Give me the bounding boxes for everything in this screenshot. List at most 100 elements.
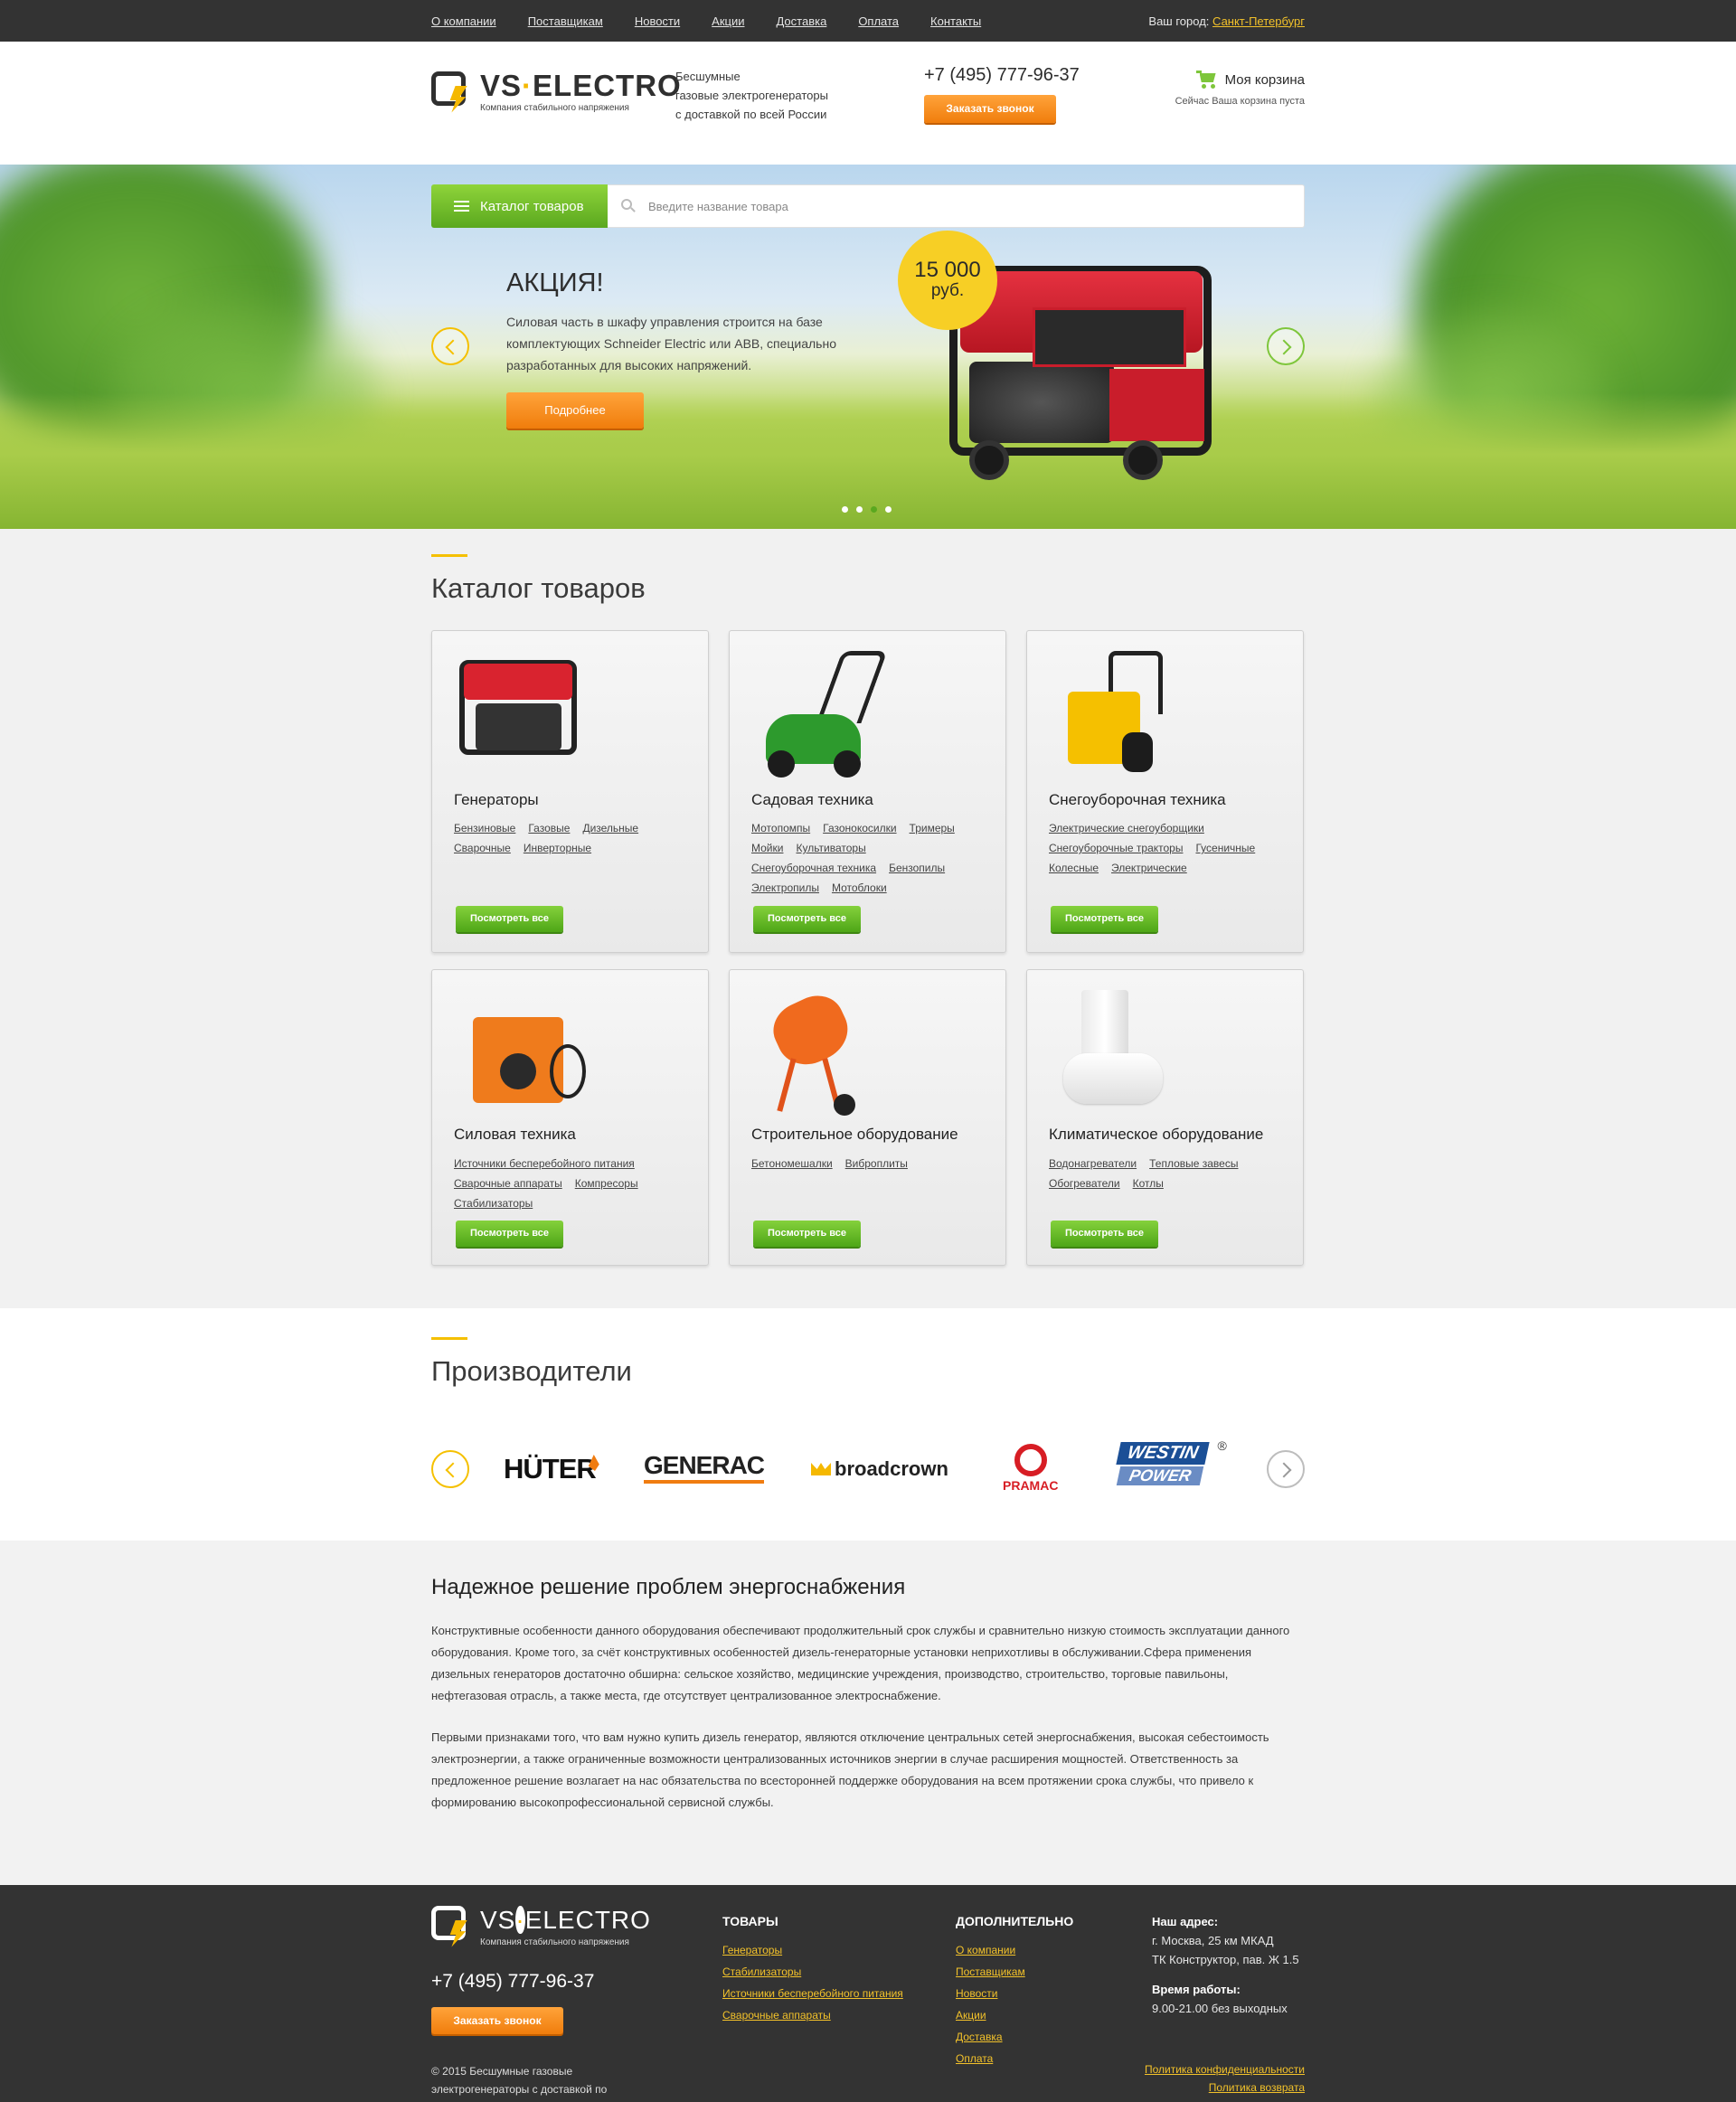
footer-callback-button[interactable]: Заказать звонок <box>431 2007 563 2034</box>
top-nav-news[interactable]: Новости <box>635 14 680 28</box>
view-all-button[interactable]: Посмотреть все <box>456 906 563 932</box>
footer-extra-link[interactable]: Оплата <box>956 2048 1073 2069</box>
view-all-button[interactable]: Посмотреть все <box>1051 1221 1158 1247</box>
brand-westin-logo[interactable]: WESTIN POWER ® <box>1116 1438 1227 1496</box>
logo-icon <box>431 71 475 113</box>
city-link[interactable]: Санкт-Петербург <box>1212 14 1305 28</box>
snow-blower-icon <box>1045 651 1181 778</box>
category-link[interactable]: Мотопомпы <box>751 822 810 834</box>
category-link[interactable]: Инверторные <box>524 842 591 854</box>
promo-more-button[interactable]: Подробнее <box>506 392 644 429</box>
footer-goods-link[interactable]: Сварочные аппараты <box>722 2004 903 2026</box>
brand-pramac-logo[interactable]: PRAMAC <box>1003 1444 1058 1496</box>
search-input[interactable] <box>648 199 1191 213</box>
brands-next-arrow[interactable] <box>1267 1450 1305 1488</box>
footer-goods-link[interactable]: Стабилизаторы <box>722 1961 903 1983</box>
footer-extra-link[interactable]: Доставка <box>956 2026 1073 2048</box>
category-link[interactable]: Тримеры <box>910 822 955 834</box>
category-card-generators: Генераторы Бензиновые Газовые Дизельные Св… <box>431 630 709 953</box>
category-link[interactable]: Обогреватели <box>1049 1177 1120 1190</box>
footer-extra-link[interactable]: О компании <box>956 1939 1073 1961</box>
category-link[interactable]: Электрические <box>1111 862 1187 874</box>
tagline: Бесшумные газовые электрогенераторы с до… <box>675 67 828 124</box>
category-link[interactable]: Стабилизаторы <box>454 1197 533 1210</box>
category-link[interactable]: Дизельные <box>582 822 638 834</box>
category-link[interactable]: Снегоуборочная техника <box>751 862 876 874</box>
header: VS·ELECTRO Компания стабильного напряжен… <box>0 42 1736 228</box>
category-link[interactable]: Гусеничные <box>1195 842 1255 854</box>
callback-button[interactable]: Заказать звонок <box>924 95 1056 123</box>
slider-prev-arrow[interactable] <box>431 327 469 365</box>
category-link[interactable]: Компресоры <box>575 1177 638 1190</box>
cart-status: Сейчас Ваша корзина пуста <box>1175 96 1305 107</box>
category-link[interactable]: Котлы <box>1133 1177 1164 1190</box>
category-link[interactable]: Снегоуборочные тракторы <box>1049 842 1183 854</box>
header-phone[interactable]: +7 (495) 777-96-37 <box>924 65 1080 86</box>
slider-dot[interactable] <box>885 506 892 513</box>
category-title[interactable]: Генераторы <box>454 791 539 809</box>
category-link[interactable]: Виброплиты <box>845 1157 908 1170</box>
slider-dot[interactable] <box>842 506 848 513</box>
category-link[interactable]: Газовые <box>528 822 570 834</box>
category-card-garden: Садовая техника Мотопомпы Газонокосилки Тр… <box>729 630 1006 953</box>
footer-extra-link[interactable]: Новости <box>956 1983 1073 2004</box>
category-links: Электрические снегоуборщики Снегоуборочн… <box>1049 818 1293 878</box>
footer-logo[interactable]: VS·ELECTRO Компания стабильного напряжен… <box>431 1905 651 1947</box>
top-nav-payment[interactable]: Оплата <box>858 14 899 28</box>
category-link[interactable]: Сварочные <box>454 842 511 854</box>
catalog-grid: Генераторы Бензиновые Газовые Дизельные Св… <box>431 630 1305 1266</box>
footer-extra-link[interactable]: Акции <box>956 2004 1073 2026</box>
top-nav-delivery[interactable]: Доставка <box>776 14 826 28</box>
category-link[interactable]: Тепловые завесы <box>1149 1157 1238 1170</box>
top-nav-promos[interactable]: Акции <box>712 14 744 28</box>
category-title[interactable]: Садовая техника <box>751 791 873 809</box>
top-nav-contacts[interactable]: Контакты <box>930 14 981 28</box>
footer-goods-link[interactable]: Генераторы <box>722 1939 903 1961</box>
category-link[interactable]: Колесные <box>1049 862 1099 874</box>
category-link[interactable]: Мотоблоки <box>832 881 887 894</box>
view-all-button[interactable]: Посмотреть все <box>753 1221 861 1247</box>
top-nav-suppliers[interactable]: Поставщикам <box>528 14 603 28</box>
category-link[interactable]: Газонокосилки <box>823 822 896 834</box>
slider-next-arrow[interactable] <box>1267 327 1305 365</box>
view-all-button[interactable]: Посмотреть все <box>456 1221 563 1247</box>
category-link[interactable]: Электрические снегоуборщики <box>1049 822 1204 834</box>
category-links: Водонагреватели Тепловые завесы Обогреват… <box>1049 1154 1293 1193</box>
footer-goods-link[interactable]: Источники бесперебойного питания <box>722 1983 903 2004</box>
view-all-button[interactable]: Посмотреть все <box>1051 906 1158 932</box>
slider-dot[interactable] <box>856 506 863 513</box>
catalog-menu-button[interactable]: Каталог товаров <box>431 184 608 228</box>
cart-title[interactable]: Моя корзина <box>1225 72 1305 88</box>
tagline-line-3: с доставкой по всей России <box>675 108 827 121</box>
top-nav-about[interactable]: О компании <box>431 14 496 28</box>
category-title[interactable]: Снегоуборочная техника <box>1049 791 1226 809</box>
privacy-policy-link[interactable]: Политика конфиденциальности <box>1145 2060 1305 2078</box>
category-link[interactable]: Культиваторы <box>796 842 865 854</box>
cart[interactable]: Моя корзина Сейчас Ваша корзина пуста <box>1175 71 1305 107</box>
category-link[interactable]: Мойки <box>751 842 783 854</box>
address-line-2: ТК Конструктор, пав. Ж 1.5 <box>1152 1953 1299 1966</box>
brand-generac-logo[interactable]: GENERAC <box>644 1451 765 1484</box>
view-all-button[interactable]: Посмотреть все <box>753 906 861 932</box>
brands-prev-arrow[interactable] <box>431 1450 469 1488</box>
logo[interactable]: VS·ELECTRO Компания стабильного напряжен… <box>431 69 682 113</box>
brands-section: Производители HÜTER GENERAC broadcrown P… <box>0 1308 1736 1541</box>
footer-extra-link[interactable]: Поставщикам <box>956 1961 1073 1983</box>
slider-dot-active[interactable] <box>871 506 877 513</box>
logo-name-2: ELECTRO <box>533 69 682 102</box>
brand-broadcrown-logo[interactable]: broadcrown <box>811 1451 948 1487</box>
footer-phone[interactable]: +7 (495) 777-96-37 <box>431 1971 594 1993</box>
category-link[interactable]: Водонагреватели <box>1049 1157 1137 1170</box>
brand-huter-logo[interactable]: HÜTER <box>504 1451 597 1487</box>
category-link[interactable]: Сварочные аппараты <box>454 1177 562 1190</box>
category-link[interactable]: Бетономешалки <box>751 1157 833 1170</box>
category-card-snow: Снегоуборочная техника Электрические сне… <box>1026 630 1304 953</box>
category-title[interactable]: Климатическое оборудование <box>1049 1126 1263 1144</box>
category-link[interactable]: Бензопилы <box>889 862 945 874</box>
category-title[interactable]: Силовая техника <box>454 1126 576 1144</box>
category-link[interactable]: Источники бесперебойного питания <box>454 1157 635 1170</box>
category-link[interactable]: Электропилы <box>751 881 819 894</box>
return-policy-link[interactable]: Политика возврата <box>1145 2078 1305 2097</box>
category-link[interactable]: Бензиновые <box>454 822 515 834</box>
category-title[interactable]: Строительное оборудование <box>751 1126 958 1144</box>
